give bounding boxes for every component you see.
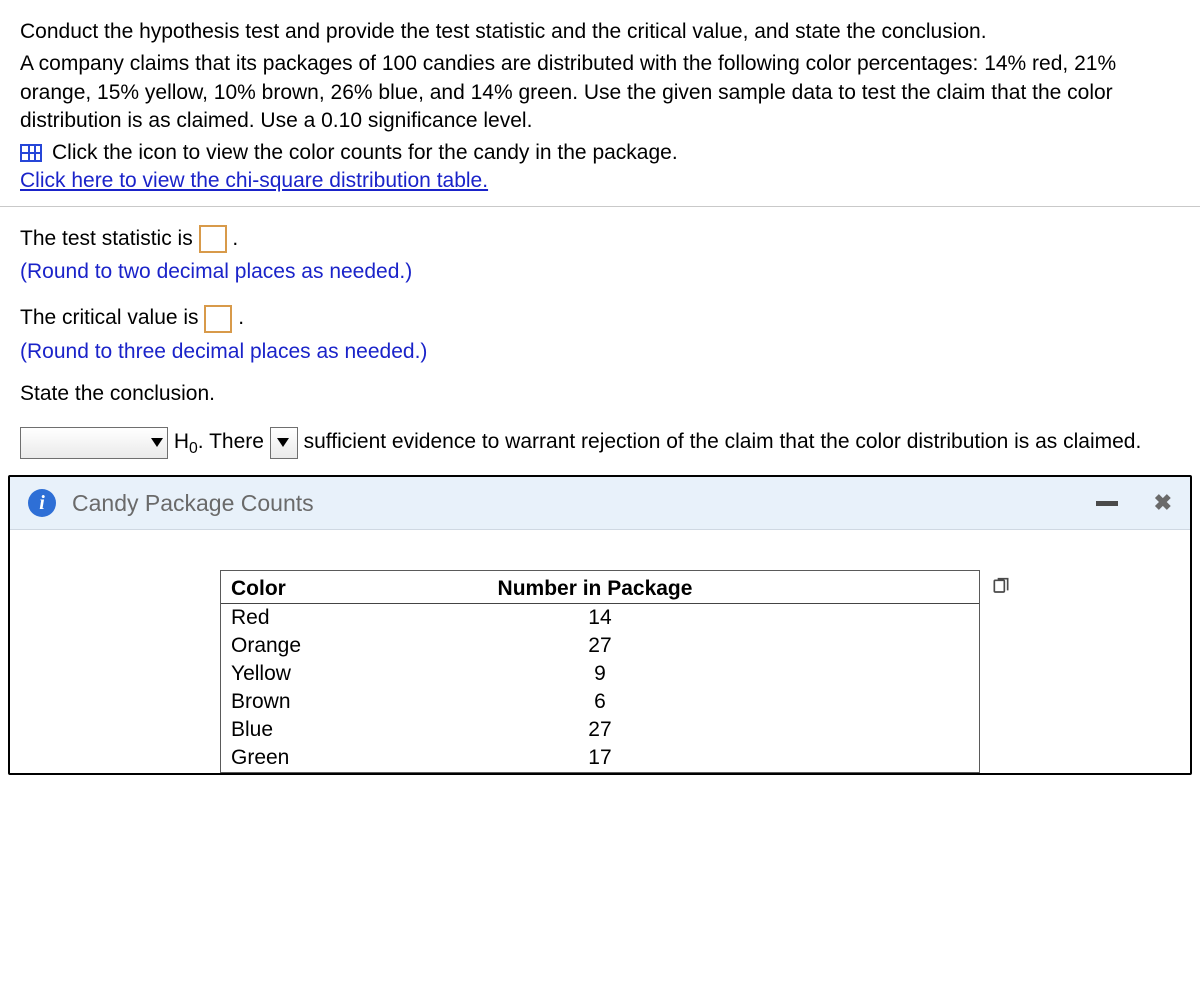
chi-square-table-link[interactable]: Click here to view the chi-square distri… — [20, 169, 488, 192]
popup-title: Candy Package Counts — [72, 490, 1080, 517]
problem-statement: A company claims that its packages of 10… — [20, 50, 1180, 135]
cell-color: Yellow — [221, 660, 448, 688]
copy-icon[interactable] — [991, 577, 1011, 597]
col-header-color: Color — [221, 573, 448, 604]
info-icon: i — [28, 489, 56, 517]
test-statistic-label-post: . — [232, 227, 238, 250]
table-row: Blue 27 — [221, 716, 979, 744]
cell-color: Orange — [221, 632, 448, 660]
table-row: Red 14 — [221, 604, 979, 633]
cell-color: Red — [221, 604, 448, 633]
cell-color: Blue — [221, 716, 448, 744]
cell-number: 27 — [448, 632, 751, 660]
data-table-container: Color Number in Package Red 14 Orange — [220, 570, 980, 773]
divider — [0, 206, 1200, 207]
popup-header: i Candy Package Counts ✖ — [10, 477, 1190, 530]
close-icon[interactable]: ✖ — [1154, 490, 1172, 516]
cell-color: Brown — [221, 688, 448, 716]
cell-number: 17 — [448, 744, 751, 772]
cell-color: Green — [221, 744, 448, 772]
candy-counts-table: Color Number in Package Red 14 Orange — [221, 573, 979, 772]
minimize-icon[interactable] — [1096, 501, 1118, 506]
icon-instruction-text: Click the icon to view the color counts … — [52, 141, 678, 165]
table-row: Orange 27 — [221, 632, 979, 660]
test-statistic-input[interactable] — [199, 225, 227, 253]
critical-value-label-pre: The critical value is — [20, 306, 204, 329]
table-row: Yellow 9 — [221, 660, 979, 688]
test-statistic-label-pre: The test statistic is — [20, 227, 199, 250]
reject-decision-dropdown[interactable] — [20, 427, 168, 459]
cell-number: 9 — [448, 660, 751, 688]
table-row: Green 17 — [221, 744, 979, 772]
conclusion-text-tail: sufficient evidence to warrant rejection… — [304, 430, 1142, 453]
table-icon[interactable] — [20, 144, 42, 162]
evidence-dropdown[interactable] — [270, 427, 298, 459]
test-statistic-hint: (Round to two decimal places as needed.) — [20, 260, 1180, 284]
state-conclusion-label: State the conclusion. — [20, 380, 1180, 408]
table-row: Brown 6 — [221, 688, 979, 716]
instruction-line-1: Conduct the hypothesis test and provide … — [20, 18, 1180, 46]
col-header-number: Number in Package — [448, 573, 751, 604]
conclusion-text-there: . There — [198, 430, 270, 453]
conclusion-text-h0-sub: 0 — [189, 441, 198, 458]
critical-value-label-post: . — [238, 306, 244, 329]
cell-number: 6 — [448, 688, 751, 716]
critical-value-hint: (Round to three decimal places as needed… — [20, 340, 1180, 364]
critical-value-input[interactable] — [204, 305, 232, 333]
candy-counts-popup: i Candy Package Counts ✖ Color Number — [8, 475, 1192, 775]
cell-number: 27 — [448, 716, 751, 744]
cell-number: 14 — [448, 604, 751, 633]
chevron-down-icon — [277, 438, 289, 447]
conclusion-text-h0: H — [174, 430, 189, 453]
chevron-down-icon — [151, 438, 163, 447]
